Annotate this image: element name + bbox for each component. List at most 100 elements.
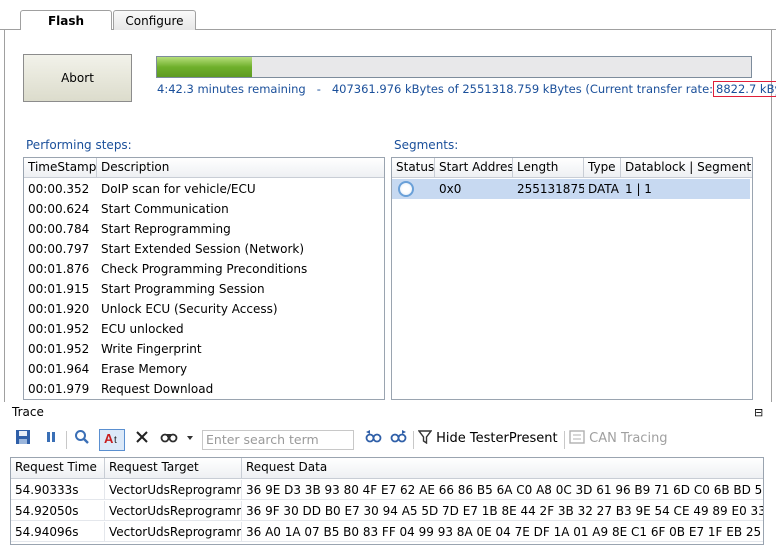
step-description: Write Fingerprint	[101, 342, 202, 356]
step-row[interactable]: 00:01.952 ECU unlocked	[24, 319, 384, 339]
step-timestamp: 00:01.979	[28, 382, 90, 396]
abort-button[interactable]: Abort	[23, 54, 132, 102]
segment-type: DATA	[588, 182, 619, 196]
col-request-data[interactable]: Request Data	[242, 458, 763, 478]
progress-bar	[156, 56, 752, 78]
transfer-status: 4:42.3 minutes remaining - 407361.976 kB…	[157, 81, 776, 97]
step-timestamp: 00:01.964	[28, 362, 90, 376]
can-tracing-label: CAN Tracing	[589, 431, 668, 446]
trace-row[interactable]: 54.94096sVectorUdsReprogramming 36 A0 1A …	[11, 522, 763, 542]
step-timestamp: 00:01.920	[28, 302, 90, 316]
toolbar-separator	[66, 431, 67, 449]
trace-title: Trace	[12, 405, 44, 419]
segments-label: Segments:	[394, 138, 459, 152]
save-icon[interactable]	[12, 429, 34, 451]
can-tracing-icon	[569, 430, 585, 444]
can-tracing-button[interactable]: CAN Tracing	[569, 429, 679, 451]
step-description: Unlock ECU (Security Access)	[101, 302, 278, 316]
trace-request-time: 54.92050s	[11, 501, 105, 521]
trace-request-target: VectorUdsReprogramming	[105, 501, 242, 521]
col-request-time[interactable]: Request Time	[11, 458, 105, 478]
search-input[interactable]: Enter search term	[202, 430, 354, 450]
col-length[interactable]: Length	[513, 158, 584, 178]
bytes-transferred: 407361.976 kBytes of 2551318.759 kBytes …	[331, 82, 714, 96]
step-description: Start Reprogramming	[101, 222, 231, 236]
time-remaining: 4:42.3 minutes remaining	[157, 82, 306, 96]
segment-start-address: 0x0	[439, 182, 462, 196]
step-description: Request Download	[101, 382, 214, 396]
steps-header: TimeStamp Description	[24, 158, 384, 178]
trace-request-time: 54.94096s	[11, 522, 105, 542]
steps-grid: TimeStamp Description 00:00.352 DoIP scan…	[23, 157, 385, 400]
step-description: ECU unlocked	[101, 322, 184, 336]
step-row[interactable]: 00:01.876 Check Programming Preconditions	[24, 259, 384, 279]
segments-header: Status Start Address Length Type Datablo…	[392, 158, 752, 178]
step-row[interactable]: 00:01.915 Start Programming Session	[24, 279, 384, 299]
step-description: Start Extended Session (Network)	[101, 242, 305, 256]
step-description: Erase Memory	[101, 362, 188, 376]
col-request-target[interactable]: Request Target	[105, 458, 242, 478]
tab-flash[interactable]: Flash	[20, 10, 112, 32]
step-timestamp: 00:01.952	[28, 322, 90, 336]
col-timestamp[interactable]: TimeStamp	[24, 158, 97, 178]
find-dropdown-icon[interactable]	[159, 429, 195, 451]
step-row[interactable]: 00:01.964 Erase Memory	[24, 359, 384, 379]
trace-request-target: VectorUdsReprogramming	[105, 480, 242, 500]
svg-text:A: A	[104, 431, 114, 446]
segment-datablock: 1 | 1	[625, 182, 652, 196]
highlight-text-icon[interactable]: At	[99, 429, 125, 451]
steps-label: Performing steps:	[26, 138, 132, 152]
segment-status-icon	[398, 181, 414, 197]
trace-request-time: 54.90333s	[11, 480, 105, 500]
step-description: Check Programming Preconditions	[101, 262, 308, 276]
step-row[interactable]: 00:00.797 Start Extended Session (Network…	[24, 239, 384, 259]
col-status[interactable]: Status	[392, 158, 435, 178]
zoom-icon[interactable]	[71, 429, 93, 451]
step-row[interactable]: 00:00.624 Start Communication	[24, 199, 384, 219]
trace-row[interactable]: 54.92050sVectorUdsReprogramming 36 9F 30 …	[11, 501, 763, 521]
step-timestamp: 00:01.876	[28, 262, 90, 276]
step-row[interactable]: 00:01.952 Write Fingerprint	[24, 339, 384, 359]
progress-fill	[157, 57, 253, 77]
pause-icon[interactable]	[40, 429, 62, 451]
step-description: DoIP scan for vehicle/ECU	[101, 182, 256, 196]
step-description: Start Programming Session	[101, 282, 265, 296]
step-timestamp: 00:00.624	[28, 202, 90, 216]
trace-request-data: 36 9E D3 3B 93 80 4F E7 62 AE 66 86 B5 6…	[246, 483, 763, 497]
hide-tester-present-button[interactable]: Hide TesterPresent	[417, 429, 566, 451]
step-row[interactable]: 00:00.352 DoIP scan for vehicle/ECU	[24, 179, 384, 199]
segment-row[interactable]: 0x0 2551318759 DATA 1 | 1	[392, 179, 750, 199]
hide-tester-present-label: Hide TesterPresent	[436, 431, 558, 446]
step-row[interactable]: 00:01.979 Request Download	[24, 379, 384, 399]
toolbar-separator	[413, 431, 414, 449]
find-previous-icon[interactable]	[362, 429, 384, 451]
segment-length: 2551318759	[517, 182, 584, 196]
step-timestamp: 00:01.952	[28, 342, 90, 356]
filter-icon	[417, 430, 433, 445]
svg-text:t: t	[114, 435, 117, 446]
step-row[interactable]: 00:01.920 Unlock ECU (Security Access)	[24, 299, 384, 319]
step-timestamp: 00:00.784	[28, 222, 90, 236]
trace-request-data: 36 A0 1A 07 B5 B0 83 FF 04 99 93 8A 0E 0…	[246, 525, 763, 539]
toolbar-separator	[564, 431, 565, 449]
trace-grid: Request Time Request Target Request Data…	[10, 457, 764, 545]
find-next-icon[interactable]	[388, 429, 410, 451]
step-timestamp: 00:00.797	[28, 242, 90, 256]
pin-icon[interactable]: ⊟	[754, 406, 763, 419]
status-separator: -	[316, 82, 321, 96]
trace-request-data: 36 9F 30 DD B0 E7 30 94 A5 5D 7D E7 1B 8…	[246, 504, 763, 518]
transfer-rate: 8822.7 kByte/s)	[713, 81, 776, 97]
col-start-address[interactable]: Start Address	[435, 158, 513, 178]
step-description: Start Communication	[101, 202, 229, 216]
step-row[interactable]: 00:00.784 Start Reprogramming	[24, 219, 384, 239]
tab-configure[interactable]: Configure	[113, 10, 196, 31]
trace-toolbar: At Hide TesterPresent CAN Tracing	[8, 426, 772, 454]
step-timestamp: 00:00.352	[28, 182, 90, 196]
col-datablock-segment[interactable]: Datablock | Segment	[621, 158, 752, 178]
col-type[interactable]: Type	[584, 158, 621, 178]
step-timestamp: 00:01.915	[28, 282, 90, 296]
trace-row[interactable]: 54.90333sVectorUdsReprogramming 36 9E D3 …	[11, 480, 763, 500]
col-description[interactable]: Description	[97, 158, 384, 178]
clear-icon[interactable]	[131, 429, 153, 451]
trace-header: Request Time Request Target Request Data	[11, 458, 763, 479]
